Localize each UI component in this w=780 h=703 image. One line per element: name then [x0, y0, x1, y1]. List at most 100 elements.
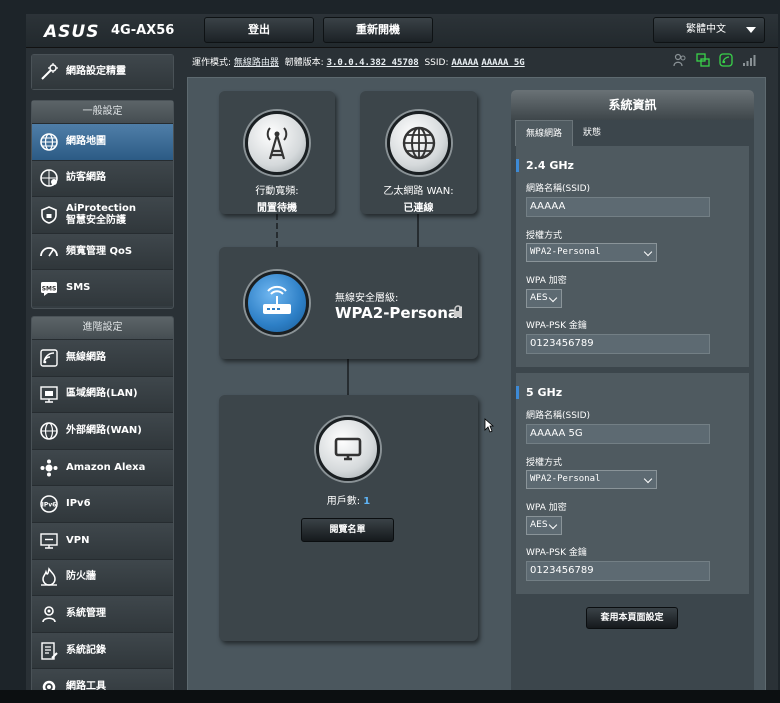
ssid-24-link[interactable]: AAAAA — [451, 58, 478, 68]
sidebar-item-label: 網路設定精靈 — [66, 66, 126, 77]
sidebar-item-aiprotection[interactable]: AiProtection 智慧安全防護 — [32, 196, 173, 233]
mouse-cursor-icon — [484, 418, 495, 437]
svg-text:IPv6: IPv6 — [42, 502, 57, 509]
client-connector — [347, 359, 349, 395]
chevron-down-icon — [643, 247, 653, 257]
sidebar-item-alexa[interactable]: Amazon Alexa — [32, 448, 173, 486]
auth-5-label: 授權方式 — [526, 458, 563, 468]
wan-status: 已連線 — [403, 203, 434, 214]
mobile-broadband-status: 閒置待機 — [257, 203, 297, 214]
psk-5-label: WPA-PSK 金鑰 — [526, 548, 587, 558]
auth-5-select[interactable]: WPA2-Personal — [526, 470, 657, 489]
ipv6-icon: IPv6 — [38, 493, 60, 515]
lock-icon — [452, 303, 464, 322]
system-info-title: 系統資訊 — [511, 90, 754, 120]
ssid-5-input[interactable]: AAAAA 5G — [526, 424, 710, 444]
firmware-label: 韌體版本: — [284, 58, 324, 68]
ssid-label: SSID: — [424, 58, 449, 68]
sidebar-item-label: 防火牆 — [66, 571, 96, 583]
router-card[interactable]: 無線安全層級: WPA2-Personal — [219, 247, 478, 359]
wpa-24-select[interactable]: AES — [526, 289, 562, 308]
advanced-settings-header: 進階設定 — [32, 317, 173, 339]
sidebar-item-firewall[interactable]: 防火牆 — [32, 558, 173, 596]
sidebar-item-label: VPN — [66, 534, 90, 546]
sidebar-item-ipv6[interactable]: IPv6 IPv6 — [32, 485, 173, 522]
security-level-label: 無線安全層級: — [335, 293, 399, 304]
sms-icon: SMS — [38, 277, 60, 299]
ssid-5-link[interactable]: AAAAA_5G — [481, 58, 524, 68]
client-monitor-icon — [316, 417, 380, 481]
wpa-5-select[interactable]: AES — [526, 516, 562, 535]
tab-status[interactable]: 狀態 — [573, 120, 611, 146]
status-icons — [673, 52, 756, 71]
general-settings-group: 一般設定 網路地圖 訪客網路 AiProtection 智慧安全防護 頻寬管理 Q… — [31, 100, 174, 309]
globe-map-icon — [38, 131, 60, 153]
sidebar-item-sublabel: 智慧安全防護 — [66, 214, 126, 226]
psk-24-input[interactable]: 0123456789 — [526, 334, 710, 354]
cellular-tower-icon — [245, 111, 309, 175]
reboot-button[interactable]: 重新開機 — [323, 17, 433, 43]
sidebar-item-label: 外部網路(WAN) — [66, 424, 142, 436]
sidebar-item-qos[interactable]: 頻寬管理 QoS — [32, 232, 173, 270]
sidebar-item-wizard[interactable]: 網路設定精靈 — [32, 55, 173, 89]
sidebar-item-wireless[interactable]: 無線網路 — [32, 339, 173, 376]
sidebar-item-vpn[interactable]: VPN — [32, 521, 173, 559]
router-admin-frame: ASUS 4G-AX56 登出 重新開機 繁體中文 網路設定精靈 一般設定 網路… — [26, 14, 778, 694]
internet-globe-icon — [387, 111, 451, 175]
mobile-broadband-card[interactable]: 行動寬頻: 閒置待機 — [219, 91, 335, 214]
language-select[interactable]: 繁體中文 — [653, 17, 765, 43]
band-5-title: 5 GHz — [515, 386, 563, 399]
wan-card[interactable]: 乙太網路 WAN: 已連線 — [360, 91, 477, 214]
sidebar-item-label: AiProtection — [66, 202, 136, 214]
sidebar-item-lan[interactable]: 區域網路(LAN) — [32, 375, 173, 413]
admin-gear-icon — [38, 603, 60, 625]
lan-icon — [38, 383, 60, 405]
wan-globe-icon — [38, 420, 60, 442]
wpa-24-value: AES — [530, 293, 548, 303]
clients-card[interactable]: 用戶數: 1 閱覽名單 — [219, 395, 478, 641]
logout-button[interactable]: 登出 — [204, 17, 314, 43]
sidebar-item-wan[interactable]: 外部網路(WAN) — [32, 412, 173, 449]
sidebar-item-label: 無線網路 — [66, 351, 106, 363]
tab-wireless[interactable]: 無線網路 — [515, 120, 574, 146]
band-5ghz-section: 5 GHz 網路名稱(SSID) AAAAA 5G 授權方式 WPA2-Pers… — [515, 373, 749, 594]
network-status-icon[interactable] — [696, 52, 710, 71]
system-info-tabs: 無線網路 狀態 — [515, 120, 611, 146]
wan-label: 乙太網路 WAN: — [383, 186, 454, 197]
asus-logo: ASUS — [44, 22, 100, 42]
view-list-button[interactable]: 閱覽名單 — [301, 518, 394, 542]
sidebar-item-label: IPv6 — [66, 498, 91, 510]
psk-24-label: WPA-PSK 金鑰 — [526, 321, 587, 331]
auth-24-label: 授權方式 — [526, 231, 563, 241]
apply-settings-button[interactable]: 套用本頁面設定 — [586, 607, 678, 629]
sidebar-item-label: 系統記錄 — [66, 644, 106, 656]
speedometer-icon — [38, 241, 60, 263]
log-icon — [38, 640, 60, 662]
wizard-magic-icon — [38, 61, 60, 83]
sidebar-item-system-log[interactable]: 系統記錄 — [32, 631, 173, 669]
vpn-icon — [38, 530, 60, 552]
chevron-down-icon — [548, 293, 558, 303]
sidebar-item-administration[interactable]: 系統管理 — [32, 595, 173, 632]
status-line: 運作模式: 無線路由器 韌體版本: 3.0.0.4.382_45708 SSID… — [192, 55, 525, 68]
guest-network-icon — [38, 167, 60, 189]
chevron-down-icon — [643, 474, 653, 484]
ssid-24-label: 網路名稱(SSID) — [526, 184, 591, 194]
bottom-bar — [0, 690, 780, 703]
sidebar-item-label: 系統管理 — [66, 607, 106, 619]
psk-5-input[interactable]: 0123456789 — [526, 561, 710, 581]
auth-5-value: WPA2-Personal — [530, 474, 601, 484]
firmware-version-link[interactable]: 3.0.0.4.382_45708 — [327, 58, 419, 68]
auth-24-select[interactable]: WPA2-Personal — [526, 243, 657, 262]
ssid-24-input[interactable]: AAAAA — [526, 197, 710, 217]
operation-mode-link[interactable]: 無線路由器 — [234, 58, 279, 68]
top-bar: ASUS 4G-AX56 登出 重新開機 繁體中文 — [26, 14, 778, 48]
app-status-icon[interactable] — [719, 52, 733, 71]
sidebar-item-label: 訪客網路 — [66, 172, 106, 184]
users-icon[interactable] — [673, 52, 687, 71]
sidebar-item-guest-network[interactable]: 訪客網路 — [32, 159, 173, 197]
sidebar-item-network-map[interactable]: 網路地圖 — [32, 123, 173, 160]
wpa-5-label: WPA 加密 — [526, 503, 567, 513]
sidebar-item-sms[interactable]: SMS SMS — [32, 269, 173, 306]
auth-24-value: WPA2-Personal — [530, 247, 601, 257]
